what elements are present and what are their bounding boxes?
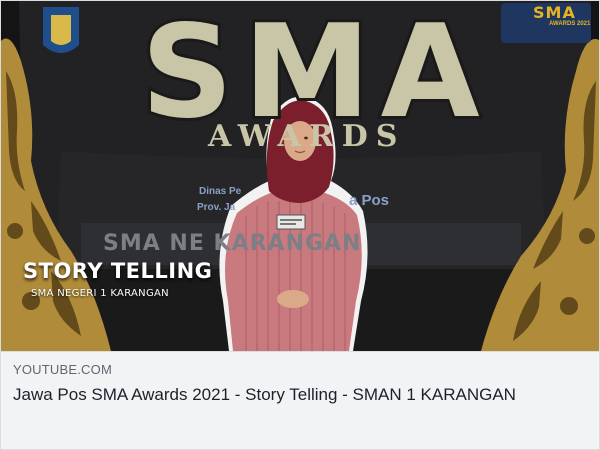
banner-pos-text: a Pos	[349, 192, 390, 209]
corner-logo: SMA	[533, 3, 576, 22]
link-preview-meta[interactable]: YOUTUBE.COM Jawa Pos SMA Awards 2021 - S…	[1, 351, 599, 449]
banner-text-line2: Prov. Ja	[197, 202, 236, 213]
overlay-title: STORY TELLING	[23, 259, 213, 283]
link-domain: YOUTUBE.COM	[13, 362, 112, 377]
overlay-subtitle: SMA NEGERI 1 KARANGAN	[31, 288, 169, 299]
link-preview-card[interactable]: SMA AWARDS Dinas Pe Prov. Ja a Pos SMA N…	[0, 0, 600, 450]
awards-logo-text: AWARDS	[208, 119, 406, 154]
banner-text-line1: Dinas Pe	[199, 186, 242, 197]
video-thumbnail[interactable]: SMA AWARDS Dinas Pe Prov. Ja a Pos SMA N…	[1, 1, 599, 351]
corner-logo-subtitle: AWARDS 2021	[549, 21, 591, 27]
sma-logo-text: SMA	[138, 1, 490, 147]
emblem-icon	[43, 7, 79, 53]
banner-school-text: SMA NE KARANGAN	[103, 231, 362, 256]
link-title[interactable]: Jawa Pos SMA Awards 2021 - Story Telling…	[13, 384, 589, 406]
